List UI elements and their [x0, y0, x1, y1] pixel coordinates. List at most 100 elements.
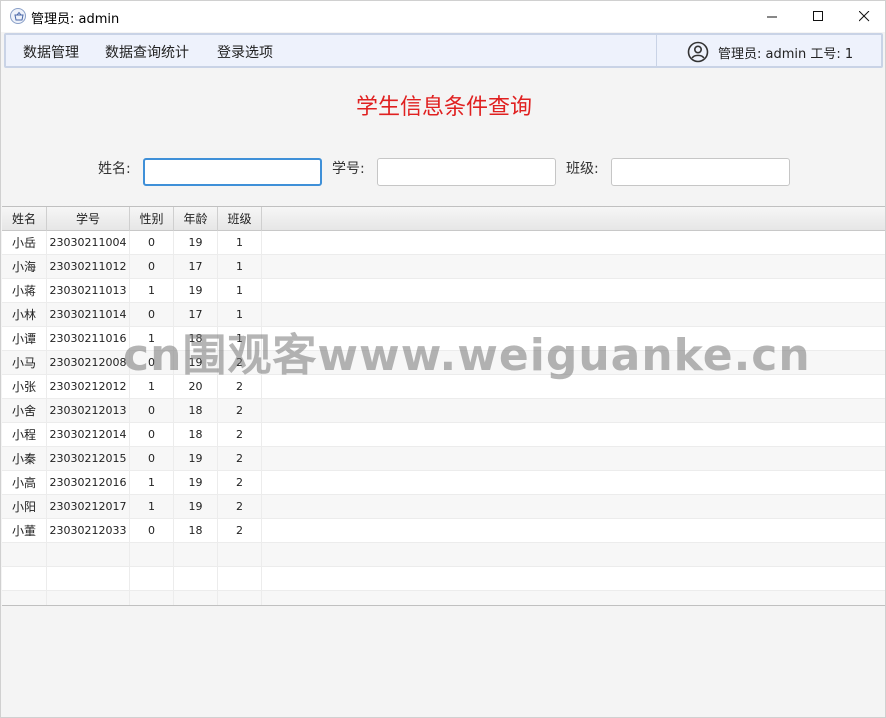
column-header-student-id[interactable]: 学号: [47, 207, 130, 231]
column-header-name[interactable]: 姓名: [2, 207, 47, 231]
name-label: 姓名:: [98, 161, 131, 177]
table-cell: 小蒋: [2, 279, 47, 303]
table-cell: [174, 567, 218, 591]
table-row[interactable]: 小张 23030212012 1 20 2: [2, 375, 885, 399]
table-cell: 2: [218, 399, 262, 423]
table-cell: [218, 591, 262, 605]
table-cell: 23030212013: [47, 399, 130, 423]
table-cell: 18: [174, 519, 218, 543]
page-title: 学生信息条件查询: [355, 95, 532, 120]
table-row[interactable]: [2, 591, 885, 605]
table-cell: 23030212015: [47, 447, 130, 471]
menu-login-options[interactable]: 登录选项: [217, 42, 273, 62]
table-cell: 1: [130, 279, 174, 303]
table-row[interactable]: 小林 23030211014 0 17 1: [2, 303, 885, 327]
table-row[interactable]: 小蒋 23030211013 1 19 1: [2, 279, 885, 303]
table-cell: 1: [130, 471, 174, 495]
table-row[interactable]: [2, 543, 885, 567]
user-icon: [687, 41, 709, 63]
table-row[interactable]: 小董 23030212033 0 18 2: [2, 519, 885, 543]
table-cell: 23030211004: [47, 231, 130, 255]
column-header-class[interactable]: 班级: [218, 207, 262, 231]
table-cell: 小舍: [2, 399, 47, 423]
class-input[interactable]: [611, 158, 790, 186]
table-cell: 0: [130, 231, 174, 255]
table-cell: [130, 543, 174, 567]
table-row[interactable]: 小舍 23030212013 0 18 2: [2, 399, 885, 423]
close-button[interactable]: [841, 1, 886, 32]
student-id-input[interactable]: [377, 158, 556, 186]
table-cell: 23030211013: [47, 279, 130, 303]
table-row[interactable]: 小秦 23030212015 0 19 2: [2, 447, 885, 471]
maximize-button[interactable]: [795, 1, 841, 32]
table-row[interactable]: 小阳 23030212017 1 19 2: [2, 495, 885, 519]
app-window: 管理员: admin 数据管理 数据查询统计 登录选项 管理员: admin 工…: [0, 0, 886, 718]
table-cell: [2, 591, 47, 605]
close-icon: [858, 11, 869, 22]
minimize-button[interactable]: [749, 1, 795, 32]
student-table: 姓名 学号 性别 年龄 班级 小岳 23030211004 0 19 1 小海 230302…: [2, 206, 885, 606]
table-cell: [2, 567, 47, 591]
table-header: 姓名 学号 性别 年龄 班级: [2, 207, 885, 231]
table-cell: 0: [130, 519, 174, 543]
window-title: 管理员: admin: [31, 12, 120, 27]
table-cell: 1: [218, 303, 262, 327]
table-cell: 1: [130, 495, 174, 519]
table-cell: 2: [218, 375, 262, 399]
table-cell: 0: [130, 447, 174, 471]
table-cell: 19: [174, 279, 218, 303]
table-cell: 23030212033: [47, 519, 130, 543]
table-cell: 0: [130, 303, 174, 327]
name-input[interactable]: [143, 158, 322, 186]
column-header-gender[interactable]: 性别: [130, 207, 174, 231]
table-cell: 19: [174, 495, 218, 519]
table-cell: 0: [130, 255, 174, 279]
table-cell: 0: [130, 351, 174, 375]
table-cell: 23030212008: [47, 351, 130, 375]
table-row[interactable]: 小岳 23030211004 0 19 1: [2, 231, 885, 255]
table-cell: 小谭: [2, 327, 47, 351]
table-cell: [174, 543, 218, 567]
table-row[interactable]: 小海 23030211012 0 17 1: [2, 255, 885, 279]
table-cell: 2: [218, 423, 262, 447]
column-header-age[interactable]: 年龄: [174, 207, 218, 231]
table-cell: 2: [218, 471, 262, 495]
maximize-icon: [812, 11, 823, 21]
menu-data-query-stats[interactable]: 数据查询统计: [105, 42, 189, 62]
table-cell: [130, 567, 174, 591]
table-cell: [47, 567, 130, 591]
table-cell: [47, 543, 130, 567]
table-cell: 小林: [2, 303, 47, 327]
table-cell: 20: [174, 375, 218, 399]
table-cell: [218, 543, 262, 567]
table-cell: [130, 591, 174, 605]
table-cell: 18: [174, 423, 218, 447]
table-row[interactable]: 小马 23030212008 0 19 2: [2, 351, 885, 375]
menu-data-management[interactable]: 数据管理: [23, 42, 79, 62]
table-row[interactable]: 小程 23030212014 0 18 2: [2, 423, 885, 447]
table-cell: 2: [218, 519, 262, 543]
table-cell: 19: [174, 231, 218, 255]
table-cell: 23030211012: [47, 255, 130, 279]
table-cell: 17: [174, 303, 218, 327]
table-cell: 0: [130, 399, 174, 423]
table-cell: 19: [174, 351, 218, 375]
table-cell: 小高: [2, 471, 47, 495]
table-cell: 23030212017: [47, 495, 130, 519]
table-row[interactable]: 小谭 23030211016 1 18 1: [2, 327, 885, 351]
table-cell: 小岳: [2, 231, 47, 255]
table-cell: [47, 591, 130, 605]
table-cell: 18: [174, 327, 218, 351]
table-cell: 19: [174, 447, 218, 471]
table-row[interactable]: [2, 567, 885, 591]
table-row[interactable]: 小高 23030212016 1 19 2: [2, 471, 885, 495]
table-cell: 23030212012: [47, 375, 130, 399]
class-label: 班级:: [566, 161, 599, 177]
table-cell: 23030212014: [47, 423, 130, 447]
minimize-icon: [766, 16, 777, 18]
table-cell: 小秦: [2, 447, 47, 471]
table-cell: 1: [218, 327, 262, 351]
table-cell: 23030211014: [47, 303, 130, 327]
title-bar: 管理员: admin: [1, 1, 885, 32]
table-cell: 2: [218, 351, 262, 375]
